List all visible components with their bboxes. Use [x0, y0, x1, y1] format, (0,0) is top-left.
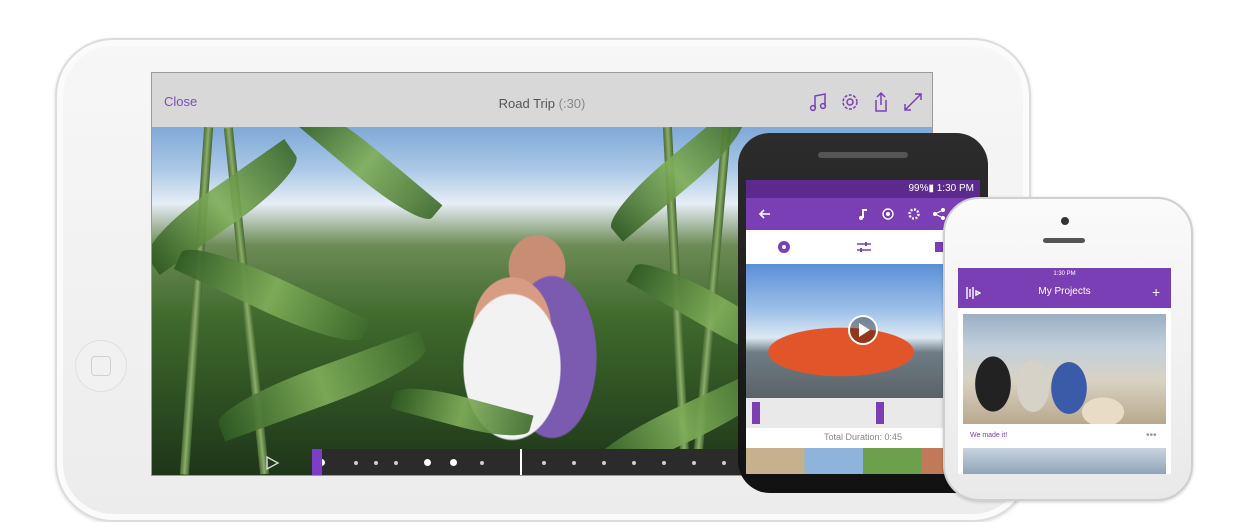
corn-stalk	[179, 127, 214, 475]
play-icon[interactable]	[847, 314, 879, 346]
settings-icon[interactable]	[839, 91, 861, 113]
timeline-marker	[450, 459, 457, 466]
iphone-status-bar: 1:30 PM	[958, 268, 1171, 280]
corn-leaf	[291, 127, 443, 230]
timeline-marker	[354, 461, 358, 465]
timeline-start-handle[interactable]	[312, 449, 322, 475]
timeline-handle[interactable]	[876, 402, 884, 424]
expand-icon[interactable]	[902, 91, 924, 113]
android-status-text: 99%▮ 1:30 PM	[908, 183, 974, 194]
timeline-marker	[692, 461, 696, 465]
iphone-camera	[1061, 217, 1069, 225]
timeline-marker	[602, 461, 606, 465]
android-speaker	[818, 152, 908, 158]
timeline-start-handle[interactable]	[752, 402, 760, 424]
project-thumbnail[interactable]	[963, 314, 1166, 424]
timeline-marker	[662, 461, 666, 465]
iphone-title: My Projects	[1038, 286, 1091, 297]
more-options-icon[interactable]: •••	[1146, 430, 1157, 441]
project-title-text: Road Trip	[498, 96, 555, 111]
ipad-home-button	[75, 340, 127, 392]
share-icon[interactable]	[932, 207, 946, 221]
timeline-marker	[722, 461, 726, 465]
project-duration: (:30)	[558, 96, 586, 111]
share-icon[interactable]	[870, 91, 892, 113]
timeline-marker	[480, 461, 484, 465]
iphone-speaker	[1043, 238, 1085, 243]
corn-leaf	[173, 236, 371, 354]
timeline-marker	[542, 461, 546, 465]
back-icon[interactable]	[758, 207, 772, 221]
play-icon[interactable]	[264, 455, 280, 471]
timeline-marker	[394, 461, 398, 465]
next-project-thumbnail[interactable]	[963, 448, 1166, 474]
timeline-marker	[424, 459, 431, 466]
timeline-marker	[374, 461, 378, 465]
iphone-screen: 1:30 PM My Projects + We made it! •••	[958, 268, 1171, 474]
playhead[interactable]	[520, 449, 522, 475]
settings-icon[interactable]	[907, 207, 921, 221]
corn-leaf	[390, 379, 534, 445]
theme-tab-icon[interactable]	[777, 240, 791, 254]
adjust-tab-icon[interactable]	[856, 240, 872, 254]
music-icon[interactable]	[808, 91, 830, 113]
iphone-navbar: My Projects +	[958, 280, 1171, 308]
project-caption: We made it!	[970, 432, 1008, 439]
timeline-marker	[572, 461, 576, 465]
ipad-topbar: Close Road Trip (:30)	[152, 73, 932, 127]
timeline-marker	[632, 461, 636, 465]
corn-leaf	[212, 330, 432, 442]
add-project-icon[interactable]: +	[1152, 284, 1160, 300]
music-icon[interactable]	[856, 207, 870, 221]
theme-icon[interactable]	[881, 207, 895, 221]
android-status-bar: 99%▮ 1:30 PM	[746, 180, 980, 198]
